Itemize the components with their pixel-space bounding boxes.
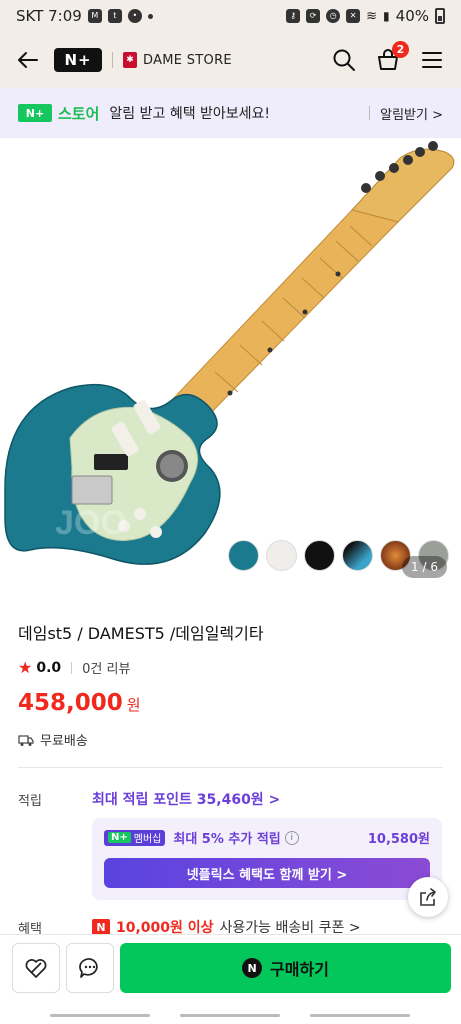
shipping-text: 무료배송 — [40, 734, 88, 749]
status-bar: SKT 7:09 M t • ⚷ ⟳ ◷ ✕ ≋ ▮ 40% — [0, 0, 461, 32]
price-currency: 원 — [126, 696, 141, 714]
share-button[interactable] — [408, 877, 448, 917]
key-icon: ⚷ — [286, 9, 301, 23]
wishlist-button[interactable] — [12, 943, 60, 993]
product-image[interactable]: JOO — [0, 138, 461, 600]
price-amount: 458,000 — [18, 690, 123, 716]
promo-message: 알림 받고 혜택 받아보세요! — [109, 106, 271, 122]
heart-icon — [25, 959, 47, 978]
shipping-info: 무료배송 — [18, 730, 88, 749]
message-icon: • — [127, 9, 142, 23]
chat-button[interactable] — [66, 943, 114, 993]
price: 458,000 원 — [18, 690, 141, 716]
swatch-4[interactable] — [342, 540, 373, 571]
app-header: N+ ✱ DAME STORE 2 — [0, 32, 461, 88]
extra-points-value: 10,580원 — [367, 832, 430, 847]
wifi-icon: ≋ — [366, 8, 378, 24]
gmail-icon: M — [87, 9, 102, 23]
nav-home[interactable] — [180, 1014, 280, 1017]
image-counter: 1 / 6 — [402, 556, 447, 578]
alarm-icon: ◷ — [326, 9, 341, 23]
store-logo-icon: ✱ — [123, 52, 137, 68]
truck-icon — [18, 734, 34, 746]
membership-nplus: N+ — [108, 832, 131, 843]
info-icon[interactable]: i — [284, 830, 299, 845]
bottom-action-bar: N 구매하기 — [0, 934, 461, 1006]
extra-points-text: 최대 5% 추가 적립 — [173, 832, 281, 847]
swatch-3[interactable] — [304, 540, 335, 571]
electric-guitar-image: JOO — [4, 141, 455, 565]
rating-row[interactable]: ★ 0.0 0건 리뷰 — [18, 658, 130, 677]
nplus-store-logo: N+ — [18, 104, 52, 122]
promo-banner[interactable]: N+ 스토어 알림 받고 혜택 받아보세요! 알림받기 > — [0, 88, 461, 138]
menu-button[interactable] — [419, 47, 445, 73]
swatch-2[interactable] — [266, 540, 297, 571]
image-watermark: JOO — [55, 504, 127, 542]
search-button[interactable] — [331, 47, 357, 73]
netflix-benefit-button[interactable]: 넷플릭스 혜택도 함께 받기 > — [104, 858, 430, 888]
store-label: 스토어 — [58, 104, 100, 123]
buy-button[interactable]: N 구매하기 — [120, 943, 451, 993]
points-label: 적립 — [18, 794, 42, 809]
battery-icon — [435, 8, 445, 24]
mute-icon: ✕ — [346, 9, 361, 23]
rating-score: 0.0 — [36, 659, 62, 676]
membership-points-box: N+ 멤버십 최대 5% 추가 적립 i 10,580원 넷플릭스 혜택도 함께… — [92, 818, 442, 900]
product-title: 데임st5 / DAMEST5 /데임일렉기타 — [18, 624, 264, 643]
share-icon — [420, 888, 436, 906]
nplus-logo[interactable]: N+ — [54, 48, 102, 72]
membership-badge: N+ 멤버십 — [104, 829, 166, 846]
max-points-link[interactable]: 최대 적립 포인트 35,460원 > — [92, 789, 280, 809]
hamburger-menu-icon — [422, 52, 442, 68]
header-divider — [112, 52, 113, 68]
review-count[interactable]: 0건 리뷰 — [82, 658, 130, 677]
system-navigation-bar — [0, 1006, 461, 1024]
chat-bubble-icon — [79, 958, 98, 978]
more-notifications-icon — [147, 13, 153, 19]
cart-count-badge: 2 — [392, 41, 409, 58]
search-icon — [333, 49, 355, 71]
coupon-icon: N — [92, 919, 110, 935]
signal-icon: ▮ — [383, 9, 390, 23]
membership-label: 멤버십 — [133, 834, 162, 845]
rating-divider — [71, 661, 73, 674]
promo-divider — [369, 106, 371, 120]
swatch-1[interactable] — [228, 540, 259, 571]
sync-icon: ⟳ — [306, 9, 321, 23]
cart-button[interactable]: 2 — [375, 41, 409, 73]
section-divider — [18, 767, 443, 768]
talk-icon: t — [107, 9, 122, 23]
arrow-left-icon — [18, 52, 38, 68]
back-button[interactable] — [16, 48, 40, 72]
npay-icon: N — [242, 958, 263, 978]
carrier-time: SKT 7:09 — [16, 7, 82, 25]
nav-recents[interactable] — [50, 1014, 150, 1017]
notify-button[interactable]: 알림받기 > — [380, 104, 443, 123]
battery-text: 40% — [395, 7, 429, 25]
star-icon: ★ — [18, 658, 33, 677]
buy-label: 구매하기 — [270, 960, 329, 979]
store-name[interactable]: DAME STORE — [143, 53, 232, 68]
nav-back[interactable] — [310, 1014, 410, 1017]
